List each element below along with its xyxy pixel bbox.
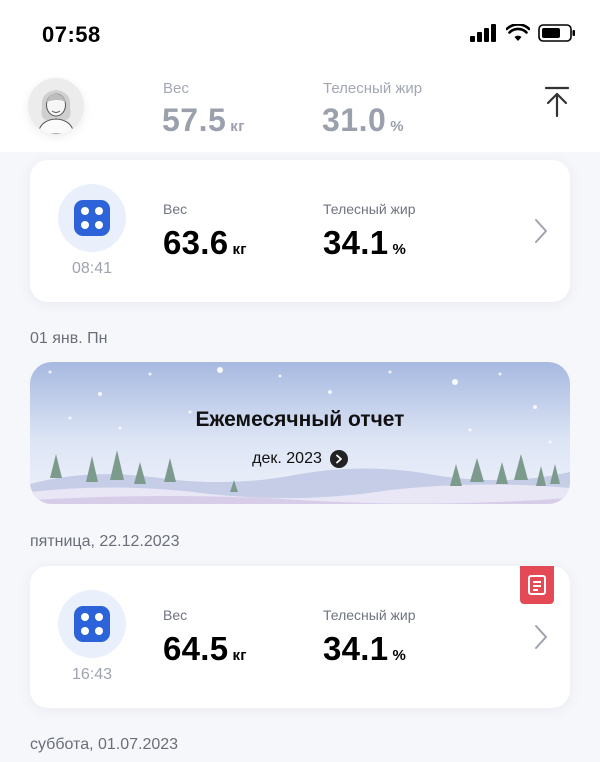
measurement-time: 16:43 (71, 666, 113, 683)
measurement-time: 08:41 (71, 260, 113, 277)
banner-month: дек. 2023 (252, 450, 322, 467)
summary-fat-value: 31.0% (322, 102, 405, 138)
fat-unit: % (392, 241, 407, 258)
date-header: пятница, 22.12.2023 (30, 533, 180, 550)
status-bar: 07:58 (0, 0, 600, 70)
scale-icon (74, 200, 110, 236)
scroll-to-top-icon[interactable] (544, 86, 570, 118)
weight-unit: кг (232, 647, 247, 664)
weight-unit: кг (232, 241, 247, 258)
scale-icon (74, 606, 110, 642)
monthly-report-banner[interactable]: Ежемесячный отчет дек. 2023 (30, 362, 570, 504)
chevron-right-icon[interactable] (534, 624, 548, 650)
scale-badge (58, 184, 126, 252)
summary-fat-label: Телесный жир (323, 80, 423, 97)
weight-label: Вес (163, 607, 188, 623)
battery-icon (538, 24, 575, 42)
summary-weight-unit: кг (230, 118, 246, 135)
weight-value: 64.5 кг (163, 630, 247, 667)
weight-label: Вес (163, 201, 188, 217)
avatar-icon (28, 78, 84, 134)
banner-title: Ежемесячный отчет (195, 408, 405, 431)
scale-badge (58, 590, 126, 658)
avatar[interactable] (28, 78, 84, 134)
banner-subtitle: дек. 2023 (30, 450, 570, 468)
wifi-icon (506, 24, 530, 41)
status-time: 07:58 (42, 22, 101, 47)
summary-fat-unit: % (390, 118, 405, 135)
winter-landscape-illustration (30, 362, 570, 504)
fat-value: 34.1% (323, 630, 407, 667)
summary-header: Вес 57.5 кг Телесный жир 31.0% (0, 70, 600, 152)
summary-weight-label: Вес (163, 80, 189, 97)
fat-unit: % (392, 647, 407, 664)
summary-weight-value: 57.5 кг (162, 102, 246, 138)
arrow-right-circle-icon[interactable] (329, 450, 348, 468)
date-header: суббота, 01.07.2023 (30, 736, 179, 753)
fat-label: Телесный жир (323, 607, 416, 623)
weight-value: 63.6 кг (163, 224, 247, 261)
measurement-card[interactable]: 16:43 Вес 64.5 кг Телесный жир 34.1% (30, 566, 570, 708)
signal-icon (470, 24, 496, 42)
status-icons (470, 24, 576, 42)
measurement-card[interactable]: 08:41 Вес 63.6 кг Телесный жир 34.1% (30, 160, 570, 302)
fat-label: Телесный жир (323, 201, 416, 217)
report-bookmark-icon[interactable] (520, 566, 554, 604)
date-header: 01 янв. Пн (30, 330, 108, 347)
fat-value: 34.1% (323, 224, 407, 261)
chevron-right-icon[interactable] (534, 218, 548, 244)
